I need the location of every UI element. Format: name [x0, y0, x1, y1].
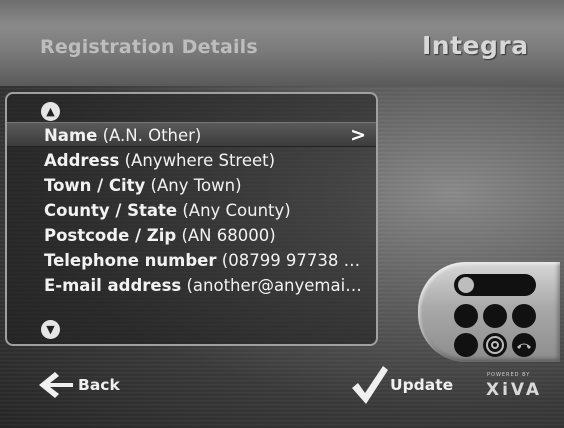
list-item-value: (A.N. Other)	[97, 126, 202, 145]
powered-by-label: POWERED BY	[487, 372, 531, 378]
remote-key	[454, 333, 478, 357]
list-item-value: (another@anyemai…	[181, 276, 362, 295]
update-label: Update	[390, 376, 454, 394]
list-item-value: (Any County)	[177, 201, 291, 220]
list-item-label: Town / City	[44, 176, 146, 195]
list-item-value: (Any Town)	[145, 176, 242, 195]
phone-icon	[512, 333, 536, 357]
disc-icon	[483, 333, 507, 357]
list-item-label: Address	[44, 151, 120, 170]
scroll-up-icon[interactable]: ▲	[41, 102, 60, 121]
remote-key	[512, 304, 536, 328]
list-item-label: Telephone number	[44, 251, 217, 270]
back-arrow-icon	[39, 372, 73, 398]
remote-key	[454, 304, 478, 328]
xiva-logo: XiVA	[486, 380, 543, 400]
list-item-label: Postcode / Zip	[44, 226, 177, 245]
list-item-value: (08799 97738 …	[216, 251, 361, 270]
remote-key	[483, 304, 507, 328]
list-item-name[interactable]: Name (A.N. Other) >	[7, 122, 376, 147]
brand-logo: Integra	[422, 31, 529, 60]
remote-key-indicator	[458, 277, 474, 293]
list-item-telephone[interactable]: Telephone number (08799 97738 …	[7, 248, 376, 273]
list-item-address[interactable]: Address (Anywhere Street)	[7, 148, 376, 173]
chevron-right-icon: >	[350, 124, 366, 146]
checkmark-icon	[352, 366, 388, 404]
list-item-value: (Anywhere Street)	[119, 151, 276, 170]
list-item-county-state[interactable]: County / State (Any County)	[7, 198, 376, 223]
registration-list: ▲ Name (A.N. Other) > Address (Anywhere …	[5, 92, 378, 346]
scroll-down-icon[interactable]: ▼	[41, 320, 60, 339]
back-label: Back	[78, 376, 120, 394]
list-item-postcode-zip[interactable]: Postcode / Zip (AN 68000)	[7, 223, 376, 248]
page-title: Registration Details	[40, 36, 258, 58]
list-item-label: Name	[44, 126, 98, 145]
list-item-label: E-mail address	[44, 276, 182, 295]
list-item-value: (AN 68000)	[176, 226, 276, 245]
list-item-email[interactable]: E-mail address (another@anyemai…	[7, 273, 376, 298]
list-item-town-city[interactable]: Town / City (Any Town)	[7, 173, 376, 198]
remote-control-graphic	[418, 262, 560, 362]
list-item-label: County / State	[44, 201, 178, 220]
